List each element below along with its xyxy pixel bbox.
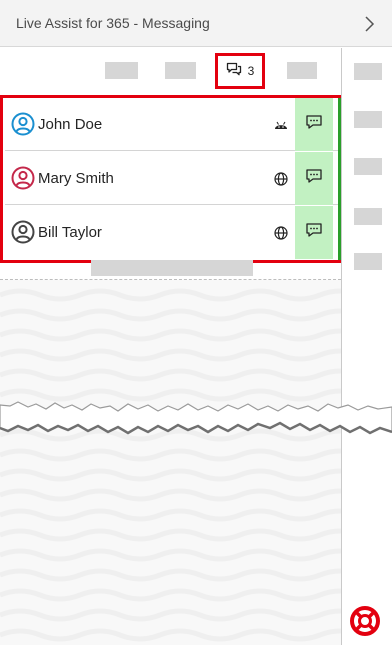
lifebuoy-icon[interactable]	[349, 605, 381, 637]
chevron-right-icon[interactable]	[358, 13, 380, 35]
content-placeholder	[91, 260, 253, 276]
message-icon	[305, 167, 323, 190]
message-icon	[305, 113, 323, 136]
torn-edge-break	[0, 401, 392, 435]
app-header: Live Assist for 365 - Messaging	[0, 0, 392, 47]
globe-icon	[273, 225, 289, 241]
app-title: Live Assist for 365 - Messaging	[16, 15, 210, 31]
user-avatar-icon	[11, 220, 35, 244]
toolbar: 3	[0, 48, 341, 94]
main-panel: 3 John Doe Mary Smith Bill Taylor	[0, 48, 345, 645]
conversation-name: Mary Smith	[38, 170, 114, 187]
user-avatar-icon	[11, 112, 35, 136]
conversation-name: John Doe	[38, 116, 103, 133]
side-placeholder	[354, 111, 382, 128]
side-placeholder	[354, 63, 382, 80]
conversation-row[interactable]: Mary Smith	[5, 152, 338, 205]
message-icon	[305, 221, 323, 244]
toolbar-placeholder	[105, 62, 138, 79]
toolbar-placeholder	[165, 62, 196, 79]
open-chat-button[interactable]	[295, 98, 333, 151]
toolbar-placeholder	[287, 62, 317, 79]
conversation-row[interactable]: John Doe	[5, 98, 338, 151]
conversation-row[interactable]: Bill Taylor	[5, 206, 338, 259]
conversation-name: Bill Taylor	[38, 224, 102, 241]
android-icon	[273, 117, 289, 133]
side-placeholder	[354, 208, 382, 225]
user-avatar-icon	[11, 166, 35, 190]
open-chat-button[interactable]	[295, 152, 333, 205]
chat-bubbles-icon	[226, 61, 242, 82]
side-panel	[341, 48, 392, 645]
side-placeholder	[354, 253, 382, 270]
open-chat-button[interactable]	[295, 206, 333, 259]
side-placeholder	[354, 158, 382, 175]
chat-count-button[interactable]: 3	[215, 53, 265, 89]
globe-icon	[273, 171, 289, 187]
chat-count-badge: 3	[247, 64, 255, 78]
